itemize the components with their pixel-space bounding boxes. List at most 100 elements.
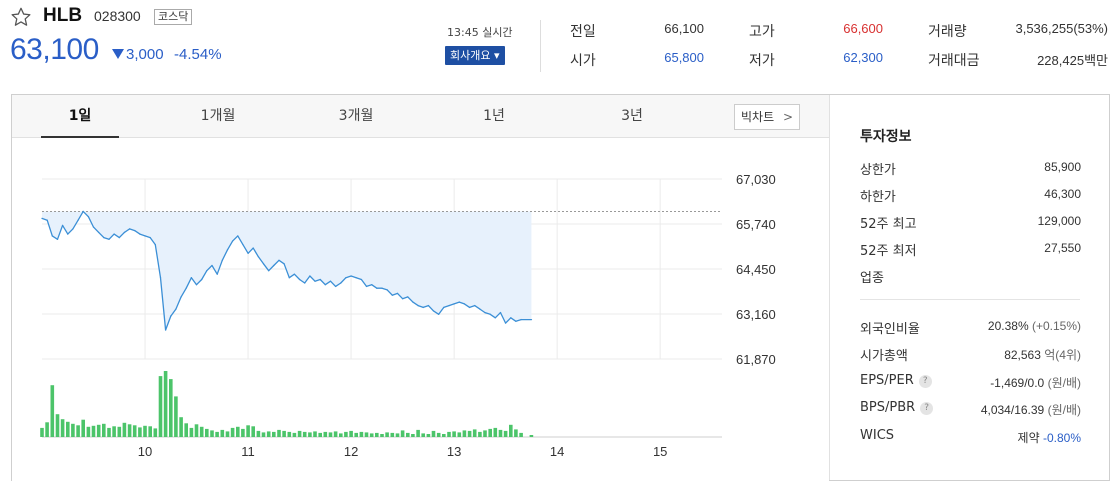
help-icon[interactable]: ?: [918, 375, 932, 388]
volume-bar: [421, 433, 425, 437]
volume-bar: [318, 432, 322, 437]
volume-bar: [220, 429, 225, 437]
volume-bar: [483, 430, 487, 437]
stock-header: HLB 028300 코스닥 63,100 3,000 -4.54% 13:45…: [0, 0, 1116, 90]
amount-value: 228,425백만: [1037, 53, 1108, 68]
volume-bar: [308, 432, 312, 437]
stock-name: HLB: [43, 5, 83, 26]
volume-bar: [447, 431, 451, 437]
volume-bar: [509, 424, 513, 437]
wics-change: -0.80%: [1042, 431, 1081, 445]
volume-bar: [60, 419, 65, 437]
realtime-timestamp: 13:45 실시간: [447, 26, 513, 39]
tab-1year[interactable]: 1년: [455, 95, 533, 138]
volume-bar: [148, 426, 152, 437]
y-tick-label: 63,160: [736, 307, 776, 322]
market-cap-rank: 억(4위): [1044, 348, 1081, 362]
y-tick-label: 65,740: [736, 217, 776, 232]
volume-bar: [102, 423, 106, 437]
volume-bar: [406, 432, 410, 437]
favorite-star-icon[interactable]: [10, 6, 32, 28]
volume-bar: [199, 426, 204, 437]
y-tick-label: 67,030: [736, 172, 776, 187]
investment-title: 투자정보: [860, 129, 912, 145]
volume-bar: [158, 376, 163, 437]
down-triangle-icon: [112, 49, 124, 59]
volume-bar: [194, 424, 199, 437]
volume-bar: [205, 428, 209, 437]
wics-value[interactable]: 제약 -0.80%: [1018, 429, 1081, 446]
volume-bar: [107, 427, 111, 437]
low-label: 저가: [749, 53, 775, 69]
open-value: 65,800: [664, 50, 704, 65]
eps-per-number: -1,469/0.0: [990, 376, 1045, 390]
volume-bar: [169, 379, 173, 437]
volume-bar: [174, 396, 178, 437]
wics-sector[interactable]: 제약: [1018, 431, 1040, 445]
volume-bar: [514, 429, 518, 437]
volume-bar: [40, 427, 44, 437]
volume-bar: [261, 432, 266, 437]
bigchart-button[interactable]: 빅차트 >: [734, 104, 800, 130]
volume-bar: [277, 429, 281, 437]
low-value: 62,300: [843, 50, 883, 65]
tab-1month[interactable]: 1개월: [179, 95, 257, 138]
stock-code: 028300: [94, 8, 141, 24]
volume-bar: [328, 432, 333, 437]
volume-bar: [416, 429, 420, 437]
volume-bar: [138, 427, 142, 437]
volume-bar: [359, 431, 364, 437]
x-tick-label: 13: [447, 444, 461, 459]
volume-bar: [452, 431, 456, 437]
header-divider: [540, 20, 541, 72]
high52-value: 129,000: [1037, 214, 1081, 228]
volume-bar: [354, 432, 358, 437]
intraday-chart: 67,030 65,740 64,450 63,160 61,870 10 11 12 13 14…: [40, 172, 776, 459]
help-icon[interactable]: ?: [920, 402, 934, 415]
period-tabs: 1일 1개월 3개월 1년 3년 빅차트 >: [12, 95, 829, 138]
volume-bar: [210, 430, 214, 437]
volume-bar: [184, 423, 188, 437]
high-value: 66,600: [843, 21, 883, 36]
volume-bar: [163, 371, 168, 437]
x-tick-label: 11: [241, 444, 255, 459]
eps-per-unit: (원/배): [1047, 376, 1081, 390]
current-price: 63,100: [10, 33, 99, 66]
volume-bar: [251, 426, 255, 437]
low52-label: 52주 최저: [860, 244, 917, 259]
volume-bar: [478, 431, 482, 437]
eps-per-text: EPS/PER: [860, 373, 914, 388]
volume-bar: [297, 430, 302, 437]
volume-bar: [519, 432, 523, 437]
volume-bar: [436, 432, 441, 437]
sector-label: 업종: [860, 271, 884, 286]
volume-bar: [282, 430, 286, 437]
volume-bar: [493, 427, 498, 437]
volume-bar: [498, 429, 503, 437]
foreign-ratio-change: (+0.15%): [1031, 319, 1081, 333]
high52-label: 52주 최고: [860, 217, 917, 232]
tab-3months[interactable]: 3개월: [317, 95, 395, 138]
volume-bar: [462, 430, 467, 437]
volume-bar: [132, 425, 137, 437]
volume-bar: [189, 427, 194, 437]
company-overview-button[interactable]: 회사개요 ▾: [445, 46, 505, 65]
tab-1day[interactable]: 1일: [41, 95, 119, 138]
volume-bar: [153, 428, 158, 437]
volume-bar: [339, 433, 343, 437]
volume-bar: [395, 433, 400, 437]
volume-bar: [333, 431, 338, 437]
x-tick-label: 14: [550, 444, 564, 459]
volume-bar: [472, 429, 477, 437]
volume-bar: [86, 426, 91, 437]
bps-pbr-unit: (원/배): [1047, 403, 1081, 417]
tab-3years[interactable]: 3년: [593, 95, 671, 138]
bps-pbr-text: BPS/PBR: [860, 400, 916, 415]
upper-limit-label: 상한가: [860, 163, 896, 178]
high-label: 고가: [749, 24, 775, 40]
volume-bar: [122, 422, 127, 437]
volume-bar: [96, 424, 101, 437]
volume-bar: [411, 434, 415, 437]
upper-limit-value: 85,900: [1044, 160, 1081, 174]
volume-bar: [287, 431, 292, 437]
